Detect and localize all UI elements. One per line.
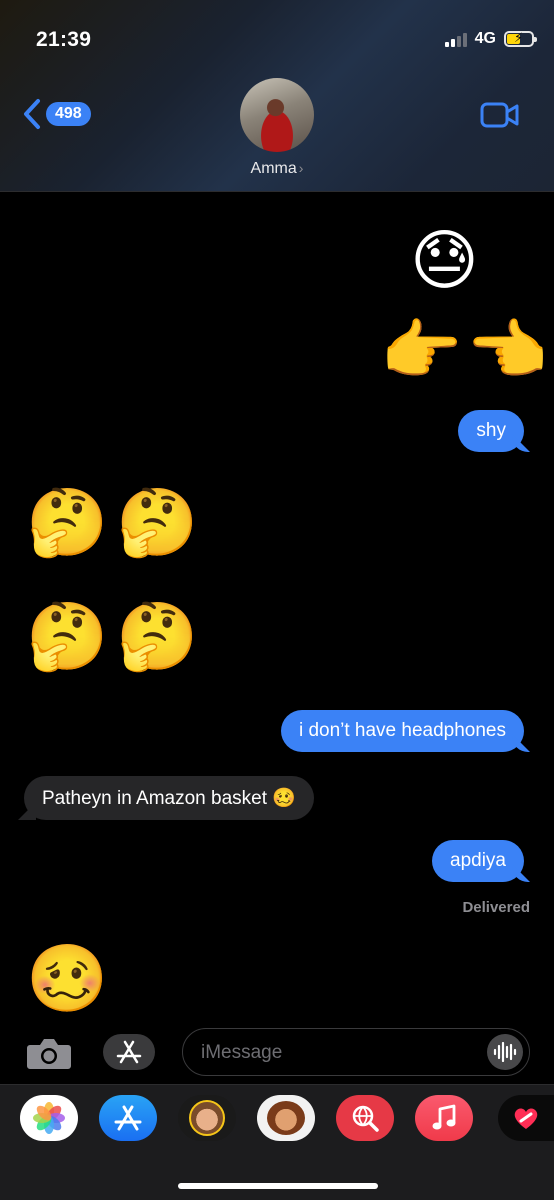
message-emoji[interactable]: 👉👈 bbox=[380, 318, 552, 384]
unread-count-badge: 498 bbox=[46, 102, 91, 126]
app-music[interactable] bbox=[415, 1095, 473, 1141]
message-bubble-sent[interactable]: shy bbox=[458, 410, 524, 452]
message-bubble-sent[interactable]: apdiya bbox=[432, 840, 524, 882]
waveform-icon bbox=[493, 1042, 517, 1062]
delivery-status: Delivered bbox=[462, 899, 530, 916]
camera-button[interactable] bbox=[26, 1036, 72, 1075]
message-input[interactable] bbox=[201, 1039, 471, 1067]
globe-search-icon bbox=[352, 1105, 379, 1132]
status-time: 21:39 bbox=[36, 28, 92, 51]
app-digital-touch[interactable] bbox=[498, 1095, 554, 1141]
memoji-icon bbox=[189, 1100, 225, 1136]
audio-message-button[interactable] bbox=[487, 1034, 523, 1070]
app-images-search[interactable] bbox=[336, 1095, 394, 1141]
app-memoji-stickers[interactable] bbox=[257, 1095, 315, 1141]
contact-avatar[interactable] bbox=[240, 78, 314, 152]
signal-icon bbox=[444, 31, 467, 47]
network-type: 4G bbox=[474, 30, 496, 47]
message-emoji[interactable]: 😓 bbox=[410, 228, 479, 294]
video-camera-icon bbox=[480, 102, 519, 128]
imessage-field[interactable] bbox=[182, 1028, 530, 1076]
message-bubble-received[interactable]: Patheyn in Amazon basket 🥴 bbox=[24, 776, 314, 820]
contact-name: Amma bbox=[250, 160, 297, 177]
home-indicator[interactable] bbox=[178, 1183, 378, 1189]
digital-touch-icon bbox=[514, 1108, 538, 1129]
facetime-video-button[interactable] bbox=[480, 101, 520, 134]
app-store-icon bbox=[116, 1040, 142, 1064]
back-button[interactable]: 498 bbox=[22, 98, 91, 130]
app-app-store[interactable] bbox=[99, 1095, 157, 1141]
app-photos[interactable] bbox=[20, 1095, 78, 1141]
memoji-stickers-icon bbox=[267, 1101, 305, 1135]
app-store-drawer-button[interactable] bbox=[103, 1034, 155, 1070]
app-store-icon bbox=[114, 1105, 142, 1131]
camera-icon bbox=[27, 1039, 71, 1069]
message-emoji[interactable]: 🥴 bbox=[26, 946, 108, 1012]
message-emoji[interactable]: 🤔🤔 bbox=[26, 490, 206, 556]
contact-name-button[interactable]: Amma › bbox=[0, 160, 554, 178]
music-icon bbox=[432, 1104, 456, 1130]
status-indicators: 4G ⚡ bbox=[444, 30, 537, 48]
photos-icon bbox=[33, 1102, 65, 1134]
message-emoji[interactable]: 🤔🤔 bbox=[26, 604, 206, 670]
message-bubble-sent[interactable]: i don’t have headphones bbox=[280, 710, 524, 752]
chevron-left-icon bbox=[24, 99, 40, 129]
conversation-header: 21:39 4G ⚡ 498 Amma › bbox=[0, 0, 554, 192]
app-memoji[interactable] bbox=[178, 1095, 236, 1141]
chevron-right-icon: › bbox=[298, 160, 304, 176]
compose-bar bbox=[0, 1020, 554, 1084]
battery-icon: ⚡ bbox=[504, 30, 537, 47]
